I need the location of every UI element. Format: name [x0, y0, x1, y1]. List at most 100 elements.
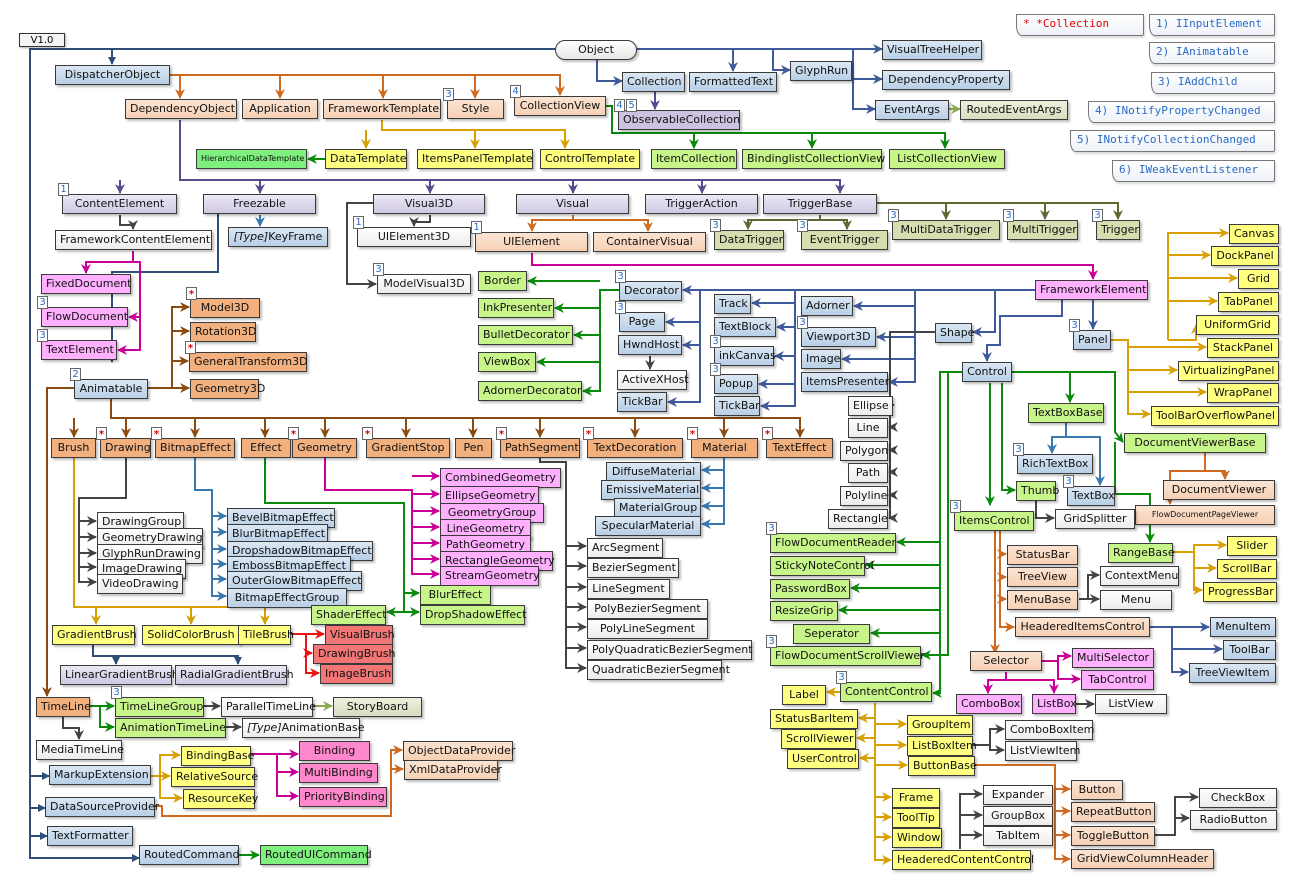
class-node-bitmap-effect[interactable]: BitmapEffect	[155, 438, 235, 458]
class-node-content-control[interactable]: ContentControl	[840, 682, 932, 702]
class-node-ink-canvas[interactable]: inkCanvas	[714, 346, 776, 366]
class-node-collection[interactable]: Collection	[622, 72, 685, 92]
class-node-container-visual[interactable]: ContainerVisual	[593, 232, 706, 252]
class-node-slider[interactable]: Slider	[1227, 536, 1277, 556]
class-node-progress-bar[interactable]: ProgressBar	[1203, 582, 1277, 602]
class-node-bezier-segment[interactable]: BezierSegment	[587, 558, 679, 578]
class-node-fixed-document[interactable]: FixedDocument	[41, 274, 132, 294]
class-node-animatable[interactable]: Animatable	[74, 379, 148, 399]
class-node-framework-template[interactable]: FrameworkTemplate	[323, 99, 441, 119]
class-node-object-data-provider[interactable]: ObjectDataProvider	[403, 741, 515, 761]
class-node-poly-quadratic-bezier-segment[interactable]: PolyQuadraticBezierSegment	[587, 640, 753, 660]
class-node-text-block[interactable]: TextBlock	[714, 317, 776, 337]
class-node-track[interactable]: Track	[714, 294, 751, 314]
class-node-image[interactable]: Image	[801, 349, 841, 369]
class-node-flow-document-reader[interactable]: FlowDocumentReader	[770, 533, 896, 553]
class-node-pen[interactable]: Pen	[455, 438, 492, 458]
class-node-list-box-item[interactable]: ListBoxItem	[907, 736, 977, 756]
class-node-binding[interactable]: Binding	[299, 741, 370, 761]
class-node-control[interactable]: Control	[962, 362, 1012, 382]
class-node-stream-geometry[interactable]: StreamGeometry	[440, 566, 540, 586]
class-node-model3-d[interactable]: Model3D	[190, 298, 260, 318]
class-node-collection-view[interactable]: CollectionView	[514, 96, 606, 116]
class-node-visual-tree-helper[interactable]: VisualTreeHelper	[882, 40, 982, 60]
class-node-routed-event-args[interactable]: RoutedEventArgs	[960, 100, 1068, 120]
class-node-trigger-action[interactable]: TriggerAction	[645, 194, 758, 214]
class-node-page[interactable]: Page	[619, 312, 665, 332]
class-node-glyph-run[interactable]: GlyphRun	[790, 61, 852, 81]
class-node-expander[interactable]: Expander	[983, 785, 1053, 805]
class-node-drawing-brush[interactable]: DrawingBrush	[313, 644, 395, 664]
class-node-freezable[interactable]: Freezable	[203, 194, 316, 214]
class-node-emissive-material[interactable]: EmissiveMaterial	[601, 480, 701, 500]
class-node-routed-command[interactable]: RoutedCommand	[139, 845, 239, 865]
class-node-tool-bar[interactable]: ToolBar	[1223, 640, 1276, 660]
class-node-items-control[interactable]: ItemsControl	[954, 511, 1034, 531]
class-node-framework-content-element[interactable]: FrameworkContentElement	[55, 230, 212, 250]
class-node-material-group[interactable]: MaterialGroup	[614, 498, 701, 518]
class-node-toggle-button[interactable]: ToggleButton	[1071, 826, 1155, 846]
class-node-solid-color-brush[interactable]: SolidColorBrush	[142, 625, 240, 645]
class-node-button[interactable]: Button	[1071, 780, 1123, 800]
class-node-trigger-base[interactable]: TriggerBase	[763, 194, 877, 214]
class-node-tick-bar2[interactable]: TickBar	[714, 396, 760, 416]
class-node-bindinglist-collection-view[interactable]: BindinglistCollectionView	[742, 149, 885, 169]
class-node-viewport3-d[interactable]: Viewport3D	[801, 327, 876, 347]
class-node-shape[interactable]: Shape	[935, 323, 974, 343]
class-node-framework-element[interactable]: FrameworkElement	[1035, 280, 1148, 300]
class-node-priority-binding[interactable]: PriorityBinding	[299, 787, 387, 807]
class-node-check-box[interactable]: CheckBox	[1199, 788, 1277, 808]
class-node-markup-extension[interactable]: MarkupExtension	[49, 765, 151, 785]
class-node-application[interactable]: Application	[242, 99, 318, 119]
class-node-grid-splitter[interactable]: GridSplitter	[1055, 509, 1135, 529]
class-node-video-drawing[interactable]: VideoDrawing	[97, 574, 183, 594]
class-node-key-frame[interactable]: [Type]KeyFrame	[228, 227, 328, 247]
class-node-radio-button[interactable]: RadioButton	[1190, 810, 1277, 830]
class-node-time-line-group[interactable]: TimeLineGroup	[115, 697, 204, 717]
class-node-text-decoration[interactable]: TextDecoration	[587, 438, 683, 458]
class-node-shader-effect[interactable]: ShaderEffect	[311, 605, 387, 625]
class-node-polyline[interactable]: Polyline	[840, 486, 888, 506]
class-node-text-box-base[interactable]: TextBoxBase	[1028, 403, 1104, 423]
class-node-specular-material[interactable]: SpecularMaterial	[595, 516, 701, 536]
class-node-multi-selector[interactable]: MultiSelector	[1072, 648, 1154, 668]
class-node-flow-document-scroll-viewer[interactable]: FlowDocumentScrollViewer	[770, 646, 925, 666]
class-node-visual-brush[interactable]: VisualBrush	[325, 625, 395, 645]
class-node-time-line[interactable]: TimeLine	[36, 697, 91, 717]
class-node-uniform-grid[interactable]: UniformGrid	[1196, 315, 1279, 335]
class-node-tool-bar-overflow-panel[interactable]: ToolBarOverflowPanel	[1151, 406, 1279, 426]
class-node-scroll-viewer[interactable]: ScrollViewer	[781, 729, 856, 749]
class-node-visual3-d[interactable]: Visual3D	[373, 194, 485, 214]
class-node-adorner-decorator[interactable]: AdornerDecorator	[478, 381, 582, 401]
class-node-items-presenter[interactable]: ItemsPresenter	[801, 372, 889, 392]
class-node-control-template[interactable]: ControlTemplate	[540, 149, 640, 169]
class-node-hierarchical-data-template[interactable]: HierarchicalDataTemplate	[196, 149, 307, 169]
class-node-polygon[interactable]: Polygon	[840, 441, 888, 461]
class-node-arc-segment[interactable]: ArcSegment	[587, 538, 663, 558]
class-node-status-bar[interactable]: StatusBar	[1007, 545, 1078, 565]
class-node-poly-line-segment[interactable]: PolyLineSegment	[587, 619, 708, 639]
class-node-drawing[interactable]: Drawing	[100, 438, 151, 458]
class-node-text-element[interactable]: TextElement	[41, 340, 117, 360]
class-node-brush[interactable]: Brush	[51, 438, 96, 458]
class-node-menu-item[interactable]: MenuItem	[1210, 617, 1276, 637]
class-node-object[interactable]: Object	[555, 40, 637, 60]
class-node-multi-trigger[interactable]: MultiTrigger	[1007, 220, 1078, 240]
class-node-panel[interactable]: Panel	[1073, 330, 1111, 350]
class-node-event-trigger[interactable]: EventTrigger	[801, 230, 888, 250]
class-node-item-collection[interactable]: ItemCollection	[651, 149, 737, 169]
class-node-window[interactable]: Window	[892, 828, 942, 848]
class-node-adorner[interactable]: Adorner	[801, 296, 853, 316]
class-node-tile-brush[interactable]: TileBrush	[238, 625, 294, 645]
class-node-formatted-text[interactable]: FormattedText	[689, 72, 777, 92]
class-node-grid[interactable]: Grid	[1238, 269, 1279, 289]
class-node-poly-bezier-segment[interactable]: PolyBezierSegment	[587, 599, 708, 619]
class-node-text-box[interactable]: TextBox	[1067, 486, 1115, 506]
class-node-content-element[interactable]: ContentElement	[62, 194, 177, 214]
class-node-dock-panel[interactable]: DockPanel	[1211, 246, 1279, 266]
class-node-diffuse-material[interactable]: DiffuseMaterial	[606, 462, 701, 482]
class-node-tab-item[interactable]: TabItem	[983, 826, 1053, 846]
class-node-routed-ui-command[interactable]: RoutedUICommand	[260, 845, 372, 865]
class-node-tool-tip[interactable]: ToolTip	[892, 808, 940, 828]
class-node-combo-box[interactable]: ComboBox	[956, 694, 1022, 714]
